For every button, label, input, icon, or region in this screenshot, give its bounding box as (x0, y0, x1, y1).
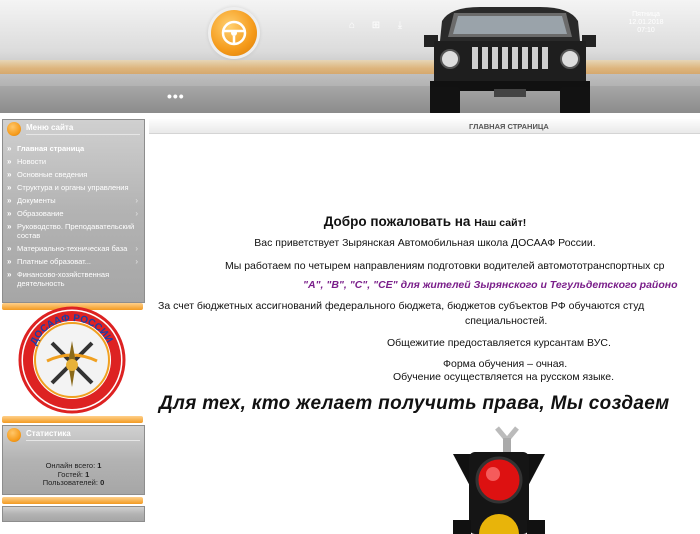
sidebar-item-structure[interactable]: Структура и органы управления (3, 183, 144, 192)
stats-panel: Статистика Онлайн всего: 1 Гостей: 1 Пол… (2, 425, 145, 495)
header-icons: ⌂ ⊞ ⤓ (346, 20, 406, 32)
breadcrumb: ГЛАВНАЯ СТРАНИЦА (469, 122, 549, 131)
sidebar: Меню сайта Главная страница Новости Осно… (0, 113, 145, 534)
stats-panel-header: Статистика (3, 426, 144, 442)
steering-wheel-logo[interactable] (211, 10, 257, 56)
orange-bullet-icon (7, 428, 21, 442)
slogan-heading: Для тех, кто желает получить права, Мы с… (159, 393, 670, 414)
sidebar-item-facilities[interactable]: Материально-техническая база› (3, 244, 144, 253)
welcome-heading: Добро пожаловать на Наш сайт! (323, 214, 527, 229)
header-dots: ••• (167, 88, 185, 104)
chevron-right-icon: › (135, 257, 138, 266)
breadcrumb-bar: ГЛАВНАЯ СТРАНИЦА (149, 119, 700, 134)
chevron-right-icon: › (135, 209, 138, 218)
intro-line-5: специальностей. (465, 315, 548, 327)
sidebar-item-documents[interactable]: Документы› (3, 196, 144, 205)
site-header: ••• ⌂ ⊞ ⤓ Пятница 12.01.2018 07:10 (0, 0, 700, 113)
steering-wheel-icon (221, 20, 247, 46)
menu-title-rule (26, 134, 140, 135)
date-day: Пятница (632, 11, 660, 18)
sidebar-bottom-panel (2, 506, 145, 522)
hummer-car-image (424, 7, 596, 113)
dormitory-line: Общежитие предоставляется курсантам ВУС. (387, 337, 611, 349)
bookmark-icon[interactable]: ⊞ (370, 20, 382, 32)
date-time: 07:10 (637, 27, 655, 34)
welcome-small: Наш сайт! (474, 217, 527, 229)
sidebar-item-home[interactable]: Главная страница (3, 144, 144, 153)
sidebar-orange-divider-3 (2, 497, 143, 504)
intro-line-2: Мы работаем по четырем направлениям подг… (225, 260, 665, 272)
stats-title: Статистика (26, 429, 71, 438)
sidebar-orange-divider-2 (2, 416, 143, 423)
chevron-right-icon: › (135, 196, 138, 205)
stats-content: Онлайн всего: 1 Гостей: 1 Пользователей:… (3, 461, 144, 488)
date-date: 12.01.2018 (628, 19, 664, 26)
study-form-line: Форма обучения – очная. (443, 358, 568, 370)
dosaaf-emblem[interactable]: ДОСААФ РОССИИ (17, 305, 127, 415)
menu-panel: Меню сайта Главная страница Новости Осно… (2, 119, 145, 303)
language-line: Обучение осуществляется на русском языке… (393, 371, 614, 383)
menu-panel-header: Меню сайта (3, 120, 144, 136)
stats-title-rule (26, 440, 140, 441)
chevron-right-icon: › (135, 244, 138, 253)
sidebar-item-staff[interactable]: Руководство. Преподавательский состав (3, 222, 144, 240)
date-time-box: Пятница 12.01.2018 07:10 (620, 11, 672, 35)
traffic-light-image (453, 426, 545, 534)
intro-line-4: За счет бюджетных ассигнований федеральн… (158, 300, 645, 312)
menu-title: Меню сайта (26, 123, 74, 132)
site-menu: Главная страница Новости Основные сведен… (3, 144, 144, 292)
orange-bullet-icon (7, 122, 21, 136)
sidebar-item-news[interactable]: Новости (3, 157, 144, 166)
home-icon[interactable]: ⌂ (346, 20, 358, 32)
intro-line-1: Вас приветствует Зырянская Автомобильная… (254, 237, 596, 249)
sidebar-item-education[interactable]: Образование› (3, 209, 144, 218)
stats-users: Пользователей: 0 (42, 478, 105, 487)
categories-line: "А", "В", "С", "СЕ" для жителей Зырянско… (303, 279, 678, 291)
sidebar-item-paid-services[interactable]: Платные образоват...› (3, 257, 144, 266)
sidebar-item-basic-info[interactable]: Основные сведения (3, 170, 144, 179)
main-content: ГЛАВНАЯ СТРАНИЦА Добро пожаловать на Наш… (145, 113, 700, 534)
download-icon[interactable]: ⤓ (394, 20, 406, 32)
sidebar-item-finance[interactable]: Финансово-хозяйственная деятельность (3, 270, 144, 288)
